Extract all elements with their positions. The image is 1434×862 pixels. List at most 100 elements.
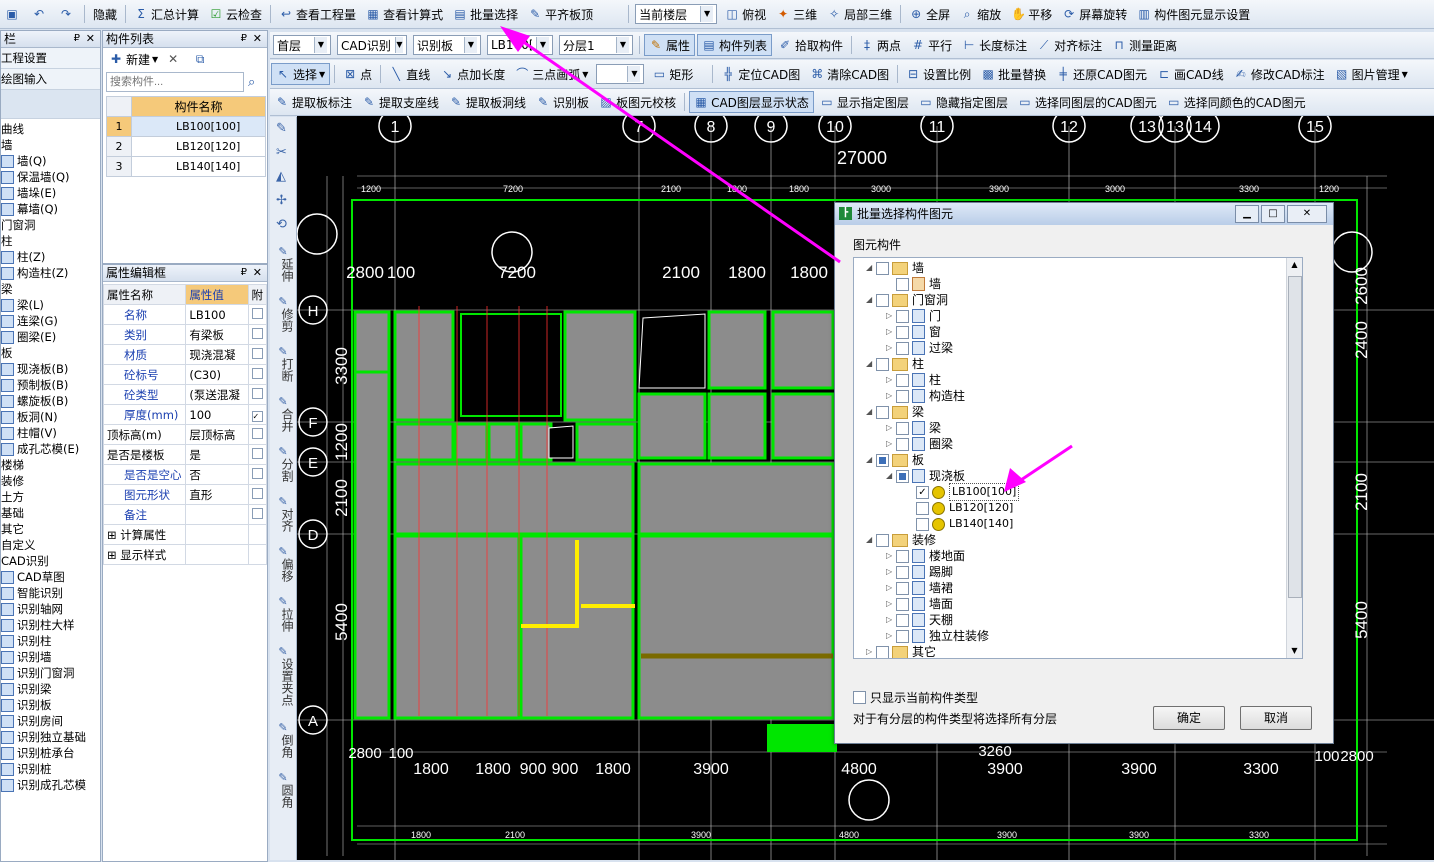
expand-arrow-icon[interactable]: ▷ [886, 340, 896, 356]
nav-tree-item[interactable]: 识别柱大样 [1, 617, 100, 633]
nav-tree-item[interactable]: 现浇板(B) [1, 361, 100, 377]
tree-checkbox[interactable] [896, 629, 909, 643]
set-scale-button[interactable]: ⊟ 设置比例 [902, 63, 975, 85]
tree-node[interactable]: ▷ 窗 [886, 324, 941, 340]
nav-tree-item[interactable]: 识别房间 [1, 713, 100, 729]
nav-tree-item[interactable]: 墙(Q) [1, 153, 100, 169]
image-manage-button[interactable]: ▧ 图片管理 ▼ [1331, 63, 1412, 85]
expand-arrow-icon[interactable]: ◢ [866, 452, 876, 468]
expand-arrow-icon[interactable]: ▷ [886, 580, 896, 596]
tree-checkbox[interactable] [916, 501, 929, 515]
summary-calc-button[interactable]: Σ 汇总计算 [130, 3, 203, 25]
nav-tree-item[interactable]: 幕墙(Q) [1, 201, 100, 217]
tree-node[interactable]: ▷ 墙裙 [886, 580, 953, 596]
property-checkbox[interactable] [251, 307, 263, 319]
property-row[interactable]: 图元形状 直形 [103, 484, 267, 505]
table-row[interactable]: 2 LB120[120] [106, 136, 266, 157]
tree-checkbox[interactable] [876, 357, 889, 371]
tree-checkbox[interactable] [916, 517, 929, 531]
pin-icon[interactable]: ₽ [74, 31, 80, 47]
only-current-type-checkbox[interactable]: 只显示当前构件类型 [853, 689, 978, 706]
select-same-color-button[interactable]: ▭ 选择同颜色的CAD图元 [1163, 91, 1310, 113]
nav-tree-item[interactable]: 曲线 [1, 121, 100, 137]
nav-tree-item[interactable]: 构造柱(Z) [1, 265, 100, 281]
tool-1-button[interactable]: ✎ 修剪 [270, 295, 296, 332]
expand-arrow-icon[interactable]: ▷ [886, 548, 896, 564]
scroll-up-icon[interactable]: ▲ [1287, 258, 1302, 272]
tool-icon[interactable]: ◭ [276, 169, 286, 184]
nav-tree-item[interactable]: 墙垛(E) [1, 185, 100, 201]
nav-tree-item[interactable]: 圈梁(E) [1, 329, 100, 345]
nav-tree-item[interactable]: 保温墙(Q) [1, 169, 100, 185]
save-button[interactable]: ▣ [1, 3, 26, 25]
align-slab-top-button[interactable]: ✎ 平齐板顶 [524, 3, 597, 25]
tree-node[interactable]: ◢ 板 [866, 452, 924, 468]
property-checkbox[interactable] [251, 387, 263, 399]
nav-tree-item[interactable]: 自定义 [1, 537, 100, 553]
tree-node[interactable]: ▷ 踢脚 [886, 564, 953, 580]
nav-tree-item[interactable]: 识别桩承台 [1, 745, 100, 761]
extract-hole-line-button[interactable]: ✎ 提取板洞线 [445, 91, 530, 113]
tree-node[interactable]: ▷ 梁 [886, 420, 941, 436]
tree-node[interactable]: ▷ 构造柱 [886, 388, 965, 404]
nav-tree-item[interactable]: 识别桩 [1, 761, 100, 777]
tree-node[interactable]: ◢ 装修 [866, 532, 936, 548]
property-row[interactable]: 名称 LB100 [103, 304, 267, 325]
tree-checkbox[interactable] [896, 341, 909, 355]
parallel-axis-button[interactable]: # 平行 [907, 34, 956, 56]
expand-arrow-icon[interactable]: ◢ [886, 468, 896, 484]
nav-tree-item[interactable]: 识别轴网 [1, 601, 100, 617]
pan-button[interactable]: ✋ 平移 [1007, 3, 1056, 25]
close-icon[interactable]: ✕ [253, 265, 262, 281]
property-checkbox[interactable] [251, 367, 263, 379]
ok-button[interactable]: 确定 [1153, 706, 1225, 730]
tree-node[interactable]: ◢ 墙 [866, 260, 924, 276]
tool-9-button[interactable]: ✎ 倒角 [270, 721, 296, 758]
nav-tree-item[interactable]: 装修 [1, 473, 100, 489]
tree-node[interactable]: ▷ 过梁 [886, 340, 953, 356]
property-checkbox[interactable] [251, 327, 263, 339]
nav-tree-item[interactable]: 识别成孔芯模 [1, 777, 100, 793]
tree-node[interactable]: ▷ 楼地面 [886, 548, 965, 564]
tree-checkbox[interactable] [896, 389, 909, 403]
nav-tree-item[interactable]: 基础 [1, 505, 100, 521]
property-row[interactable]: ⊞ 显示样式 [103, 544, 267, 565]
arc-option-select[interactable]: ▼ [596, 64, 645, 84]
nav-tree-item[interactable]: 识别柱 [1, 633, 100, 649]
cad-mode-select[interactable]: CAD识别 ▼ [337, 35, 407, 55]
length-dimension-button[interactable]: ⊢ 长度标注 [958, 34, 1031, 56]
component-search-input[interactable] [106, 72, 244, 92]
nav-tree-item[interactable]: 梁(L) [1, 297, 100, 313]
property-row[interactable]: ⊞ 计算属性 [103, 524, 267, 545]
tree-node[interactable]: ◢ 门窗洞 [866, 292, 948, 308]
edit-cad-dimension-button[interactable]: ✍ 修改CAD标注 [1230, 63, 1329, 85]
pin-icon[interactable]: ₽ [241, 265, 247, 281]
nav-tree-item[interactable]: 识别门窗洞 [1, 665, 100, 681]
tree-checkbox[interactable] [896, 565, 909, 579]
property-row[interactable]: 砼类型 (泵送混凝 [103, 384, 267, 405]
tree-checkbox[interactable] [876, 645, 889, 658]
nav-tree-item[interactable]: 智能识别 [1, 585, 100, 601]
tool-6-button[interactable]: ✎ 偏移 [270, 545, 296, 582]
tree-node[interactable]: ✓ LB100[100] [906, 483, 1020, 501]
property-row[interactable]: 是否是楼板是 [103, 444, 267, 465]
nav-tree-item[interactable]: 板 [1, 345, 100, 361]
maximize-button[interactable]: □ [1261, 205, 1285, 223]
nav-tree-item[interactable]: 识别独立基础 [1, 729, 100, 745]
expand-arrow-icon[interactable]: ▷ [886, 388, 896, 404]
show-layer-button[interactable]: ▭ 显示指定图层 [816, 91, 913, 113]
tool-icon[interactable]: ✂ [276, 145, 287, 160]
tree-checkbox[interactable] [896, 325, 909, 339]
nav-tree-item[interactable]: CAD草图 [1, 569, 100, 585]
component-select[interactable]: LB100[1(▼ [487, 35, 553, 55]
extract-support-line-button[interactable]: ✎ 提取支座线 [358, 91, 443, 113]
two-point-axis-button[interactable]: ‡ 两点 [856, 34, 905, 56]
cad-layer-status-button[interactable]: ▦ CAD图层显示状态 [689, 91, 814, 113]
view-quantity-button[interactable]: ↩ 查看工程量 [275, 3, 360, 25]
nav-tree-item[interactable]: 连梁(G) [1, 313, 100, 329]
nav-tree-item[interactable]: 板洞(N) [1, 409, 100, 425]
locate-cad-button[interactable]: ╬ 定位CAD图 [717, 63, 804, 85]
hide-layer-button[interactable]: ▭ 隐藏指定图层 [915, 91, 1012, 113]
tree-checkbox[interactable] [876, 453, 889, 467]
recognize-slab-button[interactable]: ✎ 识别板 [532, 91, 593, 113]
